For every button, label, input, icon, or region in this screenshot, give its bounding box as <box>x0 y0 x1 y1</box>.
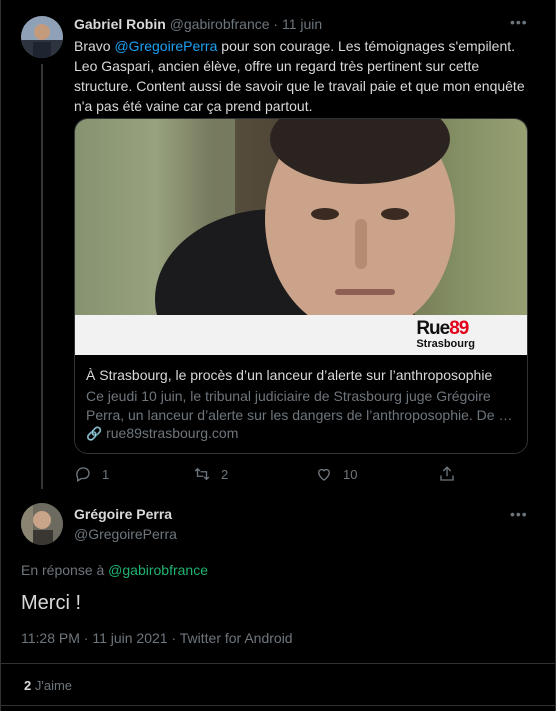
likes-label: J'aime <box>34 678 73 693</box>
mention-link[interactable]: @GregoirePerra <box>114 38 217 54</box>
card-url: 🔗 rue89strasbourg.com <box>86 425 238 442</box>
reply-action[interactable]: 1 <box>74 465 109 483</box>
rue89-logo: Rue89 Strasbourg <box>416 319 475 350</box>
main-author-name-wrap: Grégoire Perra <box>74 506 172 524</box>
main-tweet-text: Merci ! <box>21 592 81 614</box>
retweet-count: 2 <box>221 466 229 482</box>
card-logo-strip: Rue89 Strasbourg <box>75 315 527 355</box>
card-url-text: rue89strasbourg.com <box>106 425 239 441</box>
more-horizontal-icon[interactable]: ••• <box>510 14 528 30</box>
card-title: À Strasbourg, le procès d’un lanceur d’a… <box>86 367 493 383</box>
more-horizontal-icon[interactable]: ••• <box>510 506 528 522</box>
text-before: Bravo <box>74 38 115 54</box>
reply-tweet-header: Gabriel Robin @gabirobfrance · 11 juin <box>74 16 322 32</box>
share-action[interactable] <box>438 465 456 483</box>
logo-subtitle: Strasbourg <box>416 338 475 350</box>
retweet-icon <box>194 467 210 481</box>
heart-icon <box>318 468 330 481</box>
stats-divider-top <box>0 663 556 664</box>
avatar-image <box>21 16 63 58</box>
thread-connector-line <box>41 64 43 489</box>
reply-tweet-text: Bravo @GregoirePerra pour son courage. L… <box>74 36 534 116</box>
in-reply-to: En réponse à @gabirobfrance <box>21 562 208 578</box>
retweet-action[interactable]: 2 <box>193 465 228 483</box>
reply-icon <box>76 467 90 482</box>
like-action[interactable]: 10 <box>315 465 357 483</box>
share-icon <box>440 466 454 481</box>
stats-divider-bottom <box>0 705 556 706</box>
likes-stat[interactable]: 2 J'aime <box>24 678 72 693</box>
in-reply-to-label: En réponse à <box>21 562 109 578</box>
main-author-handle[interactable]: @GregoirePerra <box>74 526 177 542</box>
author-name[interactable]: Gabriel Robin <box>74 16 166 32</box>
likes-count: 2 <box>24 678 32 693</box>
tweet-date[interactable]: 11 juin <box>282 16 322 32</box>
reply-count: 1 <box>102 466 110 482</box>
main-tweet-timestamp[interactable]: 11:28 PM · 11 juin 2021 · Twitter for An… <box>21 630 293 646</box>
like-count: 10 <box>343 466 358 482</box>
main-author-name[interactable]: Grégoire Perra <box>74 506 172 522</box>
logo-number: 89 <box>449 318 469 339</box>
in-reply-to-handle[interactable]: @gabirobfrance <box>108 562 208 578</box>
avatar-image <box>21 503 63 545</box>
avatar-gabriel-robin[interactable] <box>21 16 63 58</box>
avatar-gregoire-perra[interactable] <box>21 503 63 545</box>
link-icon: 🔗 <box>86 426 103 441</box>
link-preview-card[interactable]: Rue89 Strasbourg À Strasbourg, le procès… <box>74 118 528 454</box>
logo-text: Rue <box>416 318 450 339</box>
separator-dot: · <box>273 16 279 32</box>
card-description: Ce jeudi 10 juin, le tribunal judiciaire… <box>86 388 513 423</box>
author-handle[interactable]: @gabirobfrance <box>170 16 270 32</box>
